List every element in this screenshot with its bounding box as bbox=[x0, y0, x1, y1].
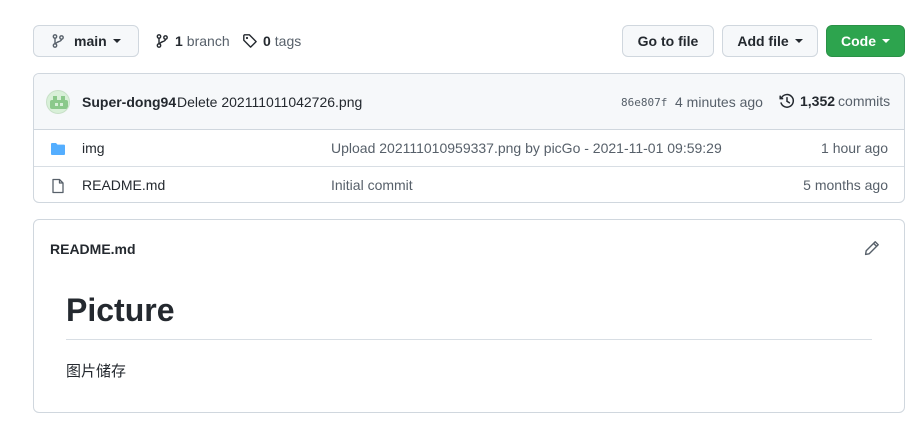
commit-sha-link[interactable]: 86e807f bbox=[621, 96, 667, 109]
readme-paragraph: 图片储存 bbox=[66, 363, 127, 380]
file-name-link[interactable]: img bbox=[82, 140, 105, 156]
go-to-file-label: Go to file bbox=[637, 33, 699, 49]
code-button[interactable]: Code bbox=[826, 25, 905, 57]
branch-name: main bbox=[74, 33, 107, 49]
file-row: img Upload 202111010959337.png by picGo … bbox=[34, 130, 904, 167]
heading-divider bbox=[66, 339, 872, 340]
file-name-link[interactable]: README.md bbox=[82, 177, 165, 193]
file-commit-message-link[interactable]: Initial commit bbox=[331, 177, 413, 193]
identicon-icon bbox=[50, 96, 68, 109]
go-to-file-button[interactable]: Go to file bbox=[622, 25, 714, 57]
avatar[interactable] bbox=[46, 90, 70, 114]
chevron-down-icon bbox=[794, 39, 803, 43]
tag-count-label: tags bbox=[274, 33, 302, 49]
add-file-button[interactable]: Add file bbox=[722, 25, 818, 57]
git-branch-icon bbox=[156, 34, 168, 48]
readme-panel: README.md Picture 图片储存 bbox=[33, 219, 905, 413]
commit-message-link[interactable]: Delete 202111011042726.png bbox=[177, 94, 362, 110]
file-row: README.md Initial commit 5 months ago bbox=[34, 166, 904, 202]
add-file-label: Add file bbox=[737, 33, 789, 49]
branches-link[interactable]: 1 branch bbox=[154, 33, 230, 49]
file-icon bbox=[52, 178, 64, 194]
tag-icon bbox=[243, 34, 257, 48]
file-commit-message-link[interactable]: Upload 202111010959337.png by picGo - 20… bbox=[331, 140, 722, 156]
pencil-icon[interactable] bbox=[864, 240, 880, 256]
branch-count-label: branch bbox=[186, 33, 230, 49]
file-list: Super-dong94 Delete 202111011042726.png … bbox=[33, 73, 905, 203]
file-age: 5 months ago bbox=[803, 177, 888, 193]
latest-commit-bar: Super-dong94 Delete 202111011042726.png … bbox=[34, 74, 904, 130]
commit-count: 1,352 bbox=[800, 93, 836, 109]
code-label: Code bbox=[841, 33, 876, 49]
branch-count: 1 bbox=[175, 33, 183, 49]
tags-link[interactable]: 0 tags bbox=[242, 33, 301, 49]
commit-time: 4 minutes ago bbox=[675, 94, 763, 110]
file-age: 1 hour ago bbox=[821, 140, 888, 156]
readme-heading: Picture bbox=[66, 292, 175, 328]
chevron-down-icon bbox=[882, 39, 890, 43]
readme-title[interactable]: README.md bbox=[50, 241, 136, 257]
commits-history-link[interactable]: 1,352 commits bbox=[779, 93, 890, 109]
git-branch-icon bbox=[52, 34, 64, 48]
commit-count-label: commits bbox=[838, 93, 891, 109]
tag-count: 0 bbox=[263, 33, 271, 49]
branch-select-button[interactable]: main bbox=[33, 25, 139, 57]
commit-author-link[interactable]: Super-dong94 bbox=[82, 94, 176, 110]
chevron-down-icon bbox=[112, 39, 121, 43]
folder-icon bbox=[51, 143, 65, 155]
history-icon bbox=[779, 93, 795, 108]
